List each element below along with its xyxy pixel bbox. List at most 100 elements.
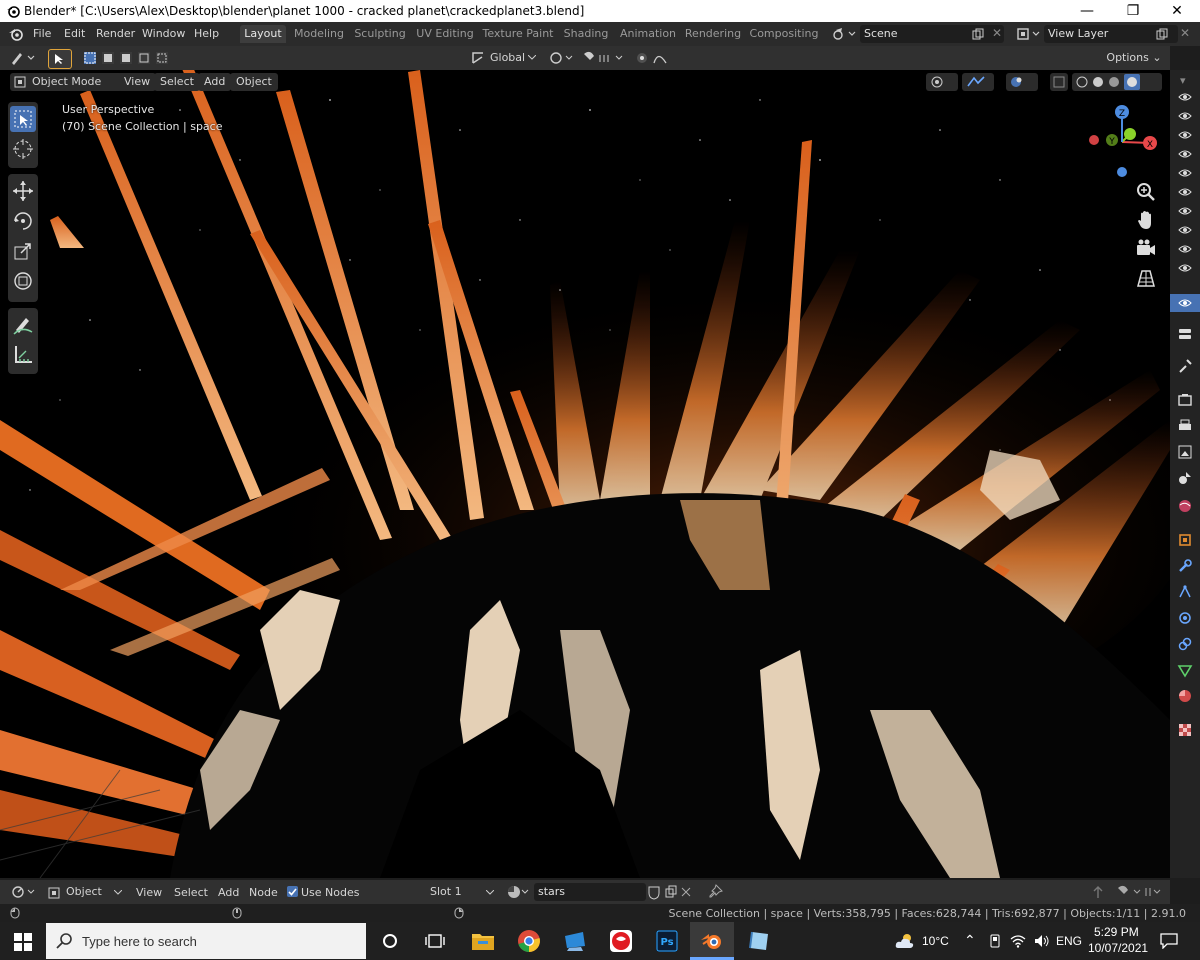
menu-file[interactable]: File [33, 27, 51, 40]
keyboard-language[interactable]: ENG [1056, 934, 1082, 948]
remove-scene-icon[interactable]: ✕ [992, 26, 1002, 40]
tray-device-icon[interactable] [988, 934, 1002, 948]
visibility-eye-icon[interactable] [1178, 204, 1192, 218]
notebook-app-icon[interactable] [746, 928, 772, 954]
modifier-wrench-icon[interactable] [1177, 558, 1193, 574]
menu-help[interactable]: Help [194, 27, 219, 40]
selection-mode-icons[interactable] [82, 50, 174, 66]
select-box-tool[interactable] [10, 106, 36, 132]
tab-texture-paint[interactable]: Texture Paint [482, 25, 554, 43]
windows-start-icon[interactable] [14, 933, 32, 951]
tab-sculpting[interactable]: Sculpting [352, 25, 408, 43]
viewport-menu-add[interactable]: Add [198, 73, 232, 91]
scale-tool[interactable] [10, 238, 36, 264]
notifications-icon[interactable] [1160, 933, 1178, 949]
tool-properties-icon[interactable] [1177, 326, 1193, 342]
tab-layout[interactable]: Layout [240, 25, 286, 43]
tool-wrench-screwdriver-icon[interactable] [1177, 358, 1193, 374]
visibility-eye-icon[interactable] [1178, 166, 1192, 180]
shader-menu-view[interactable]: View [136, 886, 162, 899]
object-mode-dropdown[interactable]: Object Mode [10, 73, 126, 91]
tray-chevron-up-icon[interactable]: ⌃ [964, 932, 976, 949]
scene-selector-icon[interactable] [832, 26, 858, 42]
object-properties-icon[interactable] [1177, 532, 1193, 548]
material-browse-icon[interactable] [506, 884, 530, 900]
transform-tool[interactable] [10, 268, 36, 294]
task-view-icon[interactable] [425, 932, 445, 950]
shader-menu-add[interactable]: Add [218, 886, 239, 899]
scene-properties-icon[interactable] [1177, 470, 1193, 486]
pin-icon[interactable] [708, 884, 724, 900]
copy-scene-icon[interactable] [972, 28, 984, 40]
file-explorer-icon[interactable] [470, 928, 496, 954]
shader-menu-node[interactable]: Node [249, 886, 278, 899]
photoshop-icon[interactable]: Ps [654, 928, 680, 954]
visibility-eye-icon[interactable] [1178, 296, 1192, 310]
annotate-tool[interactable] [10, 312, 36, 338]
ortho-grid-icon[interactable] [1134, 266, 1158, 290]
taskbar-search-box[interactable]: Type here to search [46, 923, 366, 959]
chrome-icon[interactable] [516, 928, 542, 954]
visibility-eye-icon[interactable] [1178, 109, 1192, 123]
viewport-menu-select[interactable]: Select [154, 73, 200, 91]
clock-time[interactable]: 5:29 PM [1094, 925, 1139, 939]
remove-view-layer-icon[interactable]: ✕ [1180, 26, 1190, 40]
visibility-eye-icon[interactable] [1178, 261, 1192, 275]
tab-animation[interactable]: Animation [618, 25, 678, 43]
copy-view-layer-icon[interactable] [1156, 28, 1168, 40]
cortana-icon[interactable] [382, 933, 398, 949]
viewport-shading-controls[interactable] [926, 73, 1162, 91]
output-properties-icon[interactable] [1177, 418, 1193, 434]
cursor-tool[interactable] [10, 136, 36, 162]
texture-properties-icon[interactable] [1177, 722, 1193, 738]
move-tool[interactable] [10, 178, 36, 204]
render-properties-icon[interactable] [1177, 392, 1193, 408]
viewport-menu-view[interactable]: View [118, 73, 157, 91]
shader-menu-select[interactable]: Select [174, 886, 208, 899]
particles-icon[interactable] [1177, 584, 1193, 600]
wifi-icon[interactable] [1010, 934, 1026, 948]
minimize-button[interactable]: — [1064, 0, 1110, 22]
navigation-gizmo[interactable]: X Y Z [1082, 100, 1162, 180]
visibility-eye-icon[interactable] [1178, 147, 1192, 161]
clock-date[interactable]: 10/07/2021 [1088, 941, 1148, 955]
view-layer-properties-icon[interactable] [1177, 444, 1193, 460]
constraints-icon[interactable] [1177, 636, 1193, 652]
red-app-icon[interactable] [608, 928, 634, 954]
rotate-tool[interactable] [10, 208, 36, 234]
options-dropdown[interactable]: Options ⌄ [1104, 49, 1164, 67]
visibility-eye-icon[interactable] [1178, 223, 1192, 237]
physics-icon[interactable] [1177, 610, 1193, 626]
weather-temperature[interactable]: 10°C [922, 934, 949, 948]
material-name-field[interactable]: stars [534, 883, 646, 901]
outliner-filter-icon[interactable]: ▾ [1180, 74, 1186, 87]
menu-render[interactable]: Render [96, 27, 135, 40]
pivot-snap-proportional-icons[interactable] [548, 50, 678, 66]
visibility-eye-icon[interactable] [1178, 242, 1192, 256]
object-data-icon[interactable] [1177, 662, 1193, 678]
shader-editor-type-icon[interactable] [10, 884, 38, 900]
tab-shading[interactable]: Shading [560, 25, 612, 43]
volume-icon[interactable] [1034, 934, 1050, 948]
visibility-eye-icon[interactable] [1178, 185, 1192, 199]
3d-viewport[interactable]: Object Mode View Select Add Object User … [0, 70, 1170, 878]
blender-menu-icon[interactable] [8, 26, 24, 42]
weather-cloud-icon[interactable] [894, 932, 916, 950]
tab-compositing[interactable]: Compositing [748, 25, 820, 43]
menu-window[interactable]: Window [142, 27, 185, 40]
material-actions-icons[interactable] [646, 884, 710, 900]
viewport-menu-object[interactable]: Object [230, 73, 278, 91]
menu-edit[interactable]: Edit [64, 27, 85, 40]
zoom-view-icon[interactable] [1134, 180, 1158, 204]
editor-type-icon[interactable] [10, 50, 38, 66]
view-layer-selector-icon[interactable] [1016, 26, 1042, 42]
maximize-button[interactable]: ❐ [1110, 0, 1156, 22]
material-properties-icon[interactable] [1177, 688, 1193, 704]
tab-rendering[interactable]: Rendering [684, 25, 742, 43]
tab-modeling[interactable]: Modeling [292, 25, 346, 43]
node-editor-view-icons[interactable] [1090, 884, 1162, 900]
tab-uv-editing[interactable]: UV Editing [414, 25, 476, 43]
monitor-app-icon[interactable] [562, 928, 588, 954]
pan-hand-icon[interactable] [1134, 208, 1158, 232]
visibility-eye-icon[interactable] [1178, 90, 1192, 104]
